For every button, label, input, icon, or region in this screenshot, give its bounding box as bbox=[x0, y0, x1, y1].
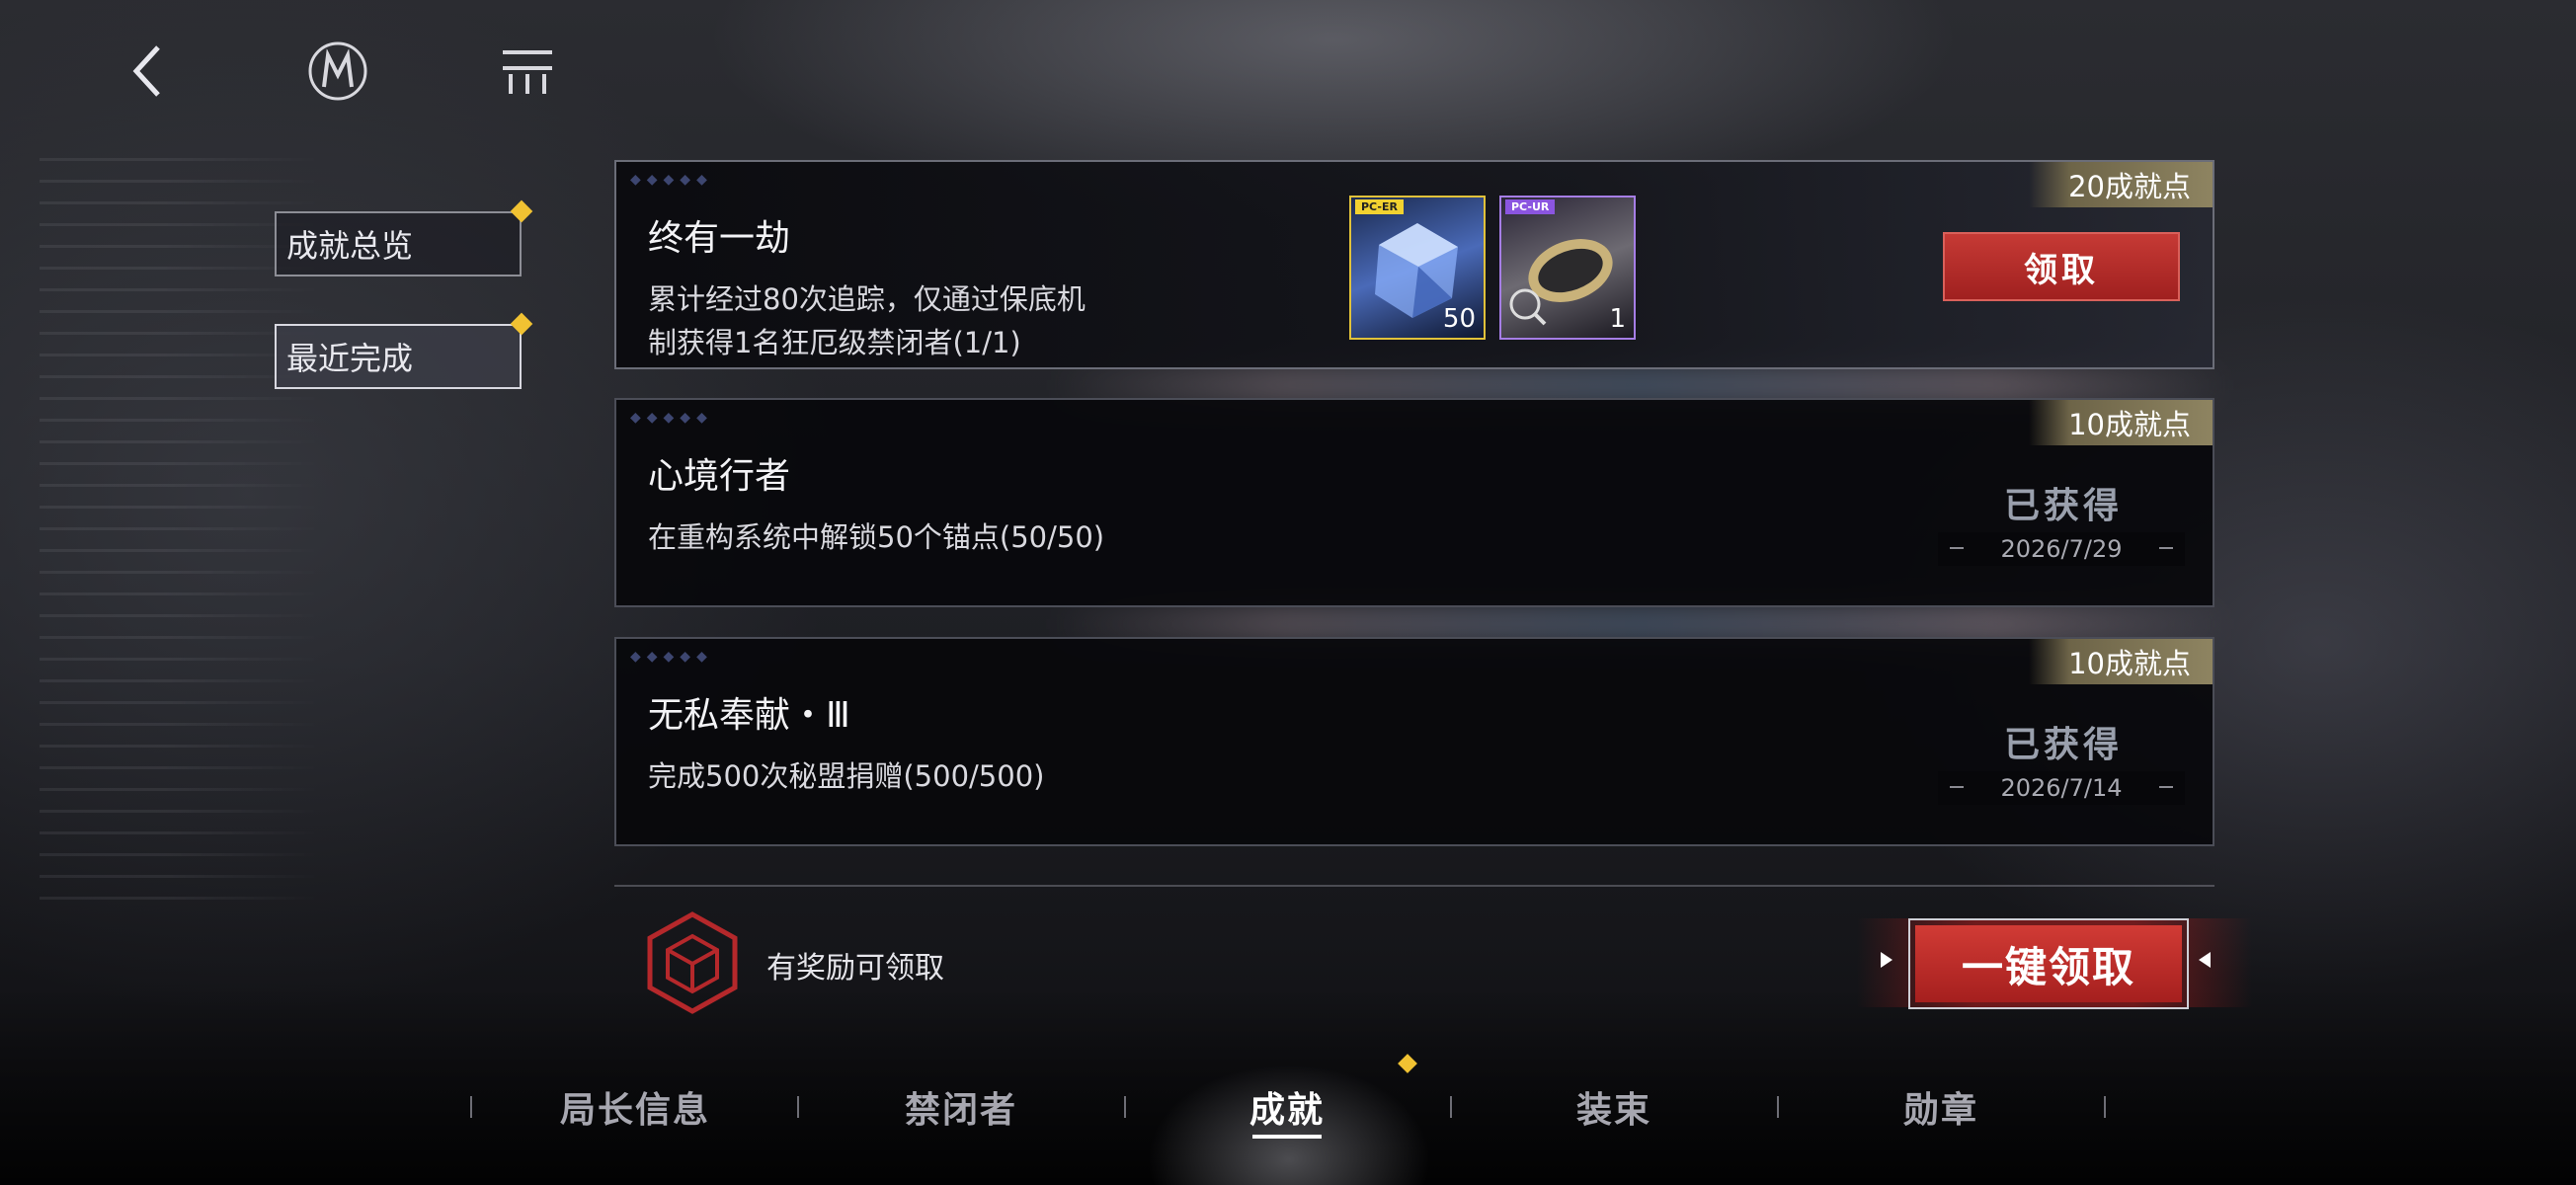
decorative-dots: ◆◆◆◆◆ bbox=[630, 649, 713, 665]
achievement-card: ◆◆◆◆◆ 终有一劫 累计经过80次追踪，仅通过保底机 制获得1名狂厄级禁闭者(… bbox=[614, 160, 2214, 369]
obtained-status: 已获得 bbox=[2003, 724, 2123, 765]
notification-dot bbox=[510, 199, 533, 223]
achievement-card: ◆◆◆◆◆ 无私奉献・Ⅲ 完成500次秘盟捐赠(500/500) 10成就点 已… bbox=[614, 637, 2214, 846]
achievement-title: 心境行者 bbox=[648, 456, 791, 497]
nav-tab-sinners[interactable]: 禁闭者 bbox=[862, 1081, 1060, 1133]
chevron-left-icon bbox=[132, 45, 160, 97]
nav-tab-achievements[interactable]: 成就 bbox=[1188, 1081, 1386, 1133]
obtained-status: 已获得 bbox=[2003, 485, 2123, 526]
date-text: 2026/7/29 bbox=[2000, 535, 2123, 563]
date-dash bbox=[1950, 786, 1964, 788]
nav-tab-outfits[interactable]: 装束 bbox=[1515, 1081, 1713, 1133]
date-dash bbox=[1950, 547, 1964, 549]
nav-separator bbox=[1450, 1096, 1452, 1118]
side-tab-recent[interactable]: 最近完成 bbox=[275, 312, 533, 389]
arrow-right-icon bbox=[1881, 952, 1892, 968]
completion-date: 2026/7/29 bbox=[1938, 532, 2185, 566]
date-text: 2026/7/14 bbox=[2000, 774, 2123, 802]
achievement-points: 10成就点 bbox=[2029, 400, 2213, 445]
nav-tab-medals[interactable]: 勋章 bbox=[1842, 1081, 2040, 1133]
m-logo-icon bbox=[308, 41, 367, 101]
decorative-dots: ◆◆◆◆◆ bbox=[630, 172, 713, 188]
achievement-card: ◆◆◆◆◆ 心境行者 在重构系统中解锁50个锚点(50/50) 10成就点 已获… bbox=[614, 398, 2214, 607]
achievement-points: 10成就点 bbox=[2029, 639, 2213, 684]
side-tab-label: 最近完成 bbox=[286, 340, 414, 377]
description-line: 累计经过80次追踪，仅通过保底机 bbox=[648, 282, 1086, 316]
item-count: 1 bbox=[1609, 304, 1626, 334]
achievement-description: 累计经过80次追踪，仅通过保底机 制获得1名狂厄级禁闭者(1/1) bbox=[648, 278, 1162, 364]
decorative-dots: ◆◆◆◆◆ bbox=[630, 410, 713, 426]
reward-item[interactable]: PC-ER 50 bbox=[1349, 196, 1486, 340]
nav-separator bbox=[1777, 1096, 1779, 1118]
achievement-points: 20成就点 bbox=[2029, 162, 2213, 207]
side-tab-overview[interactable]: 成就总览 bbox=[275, 199, 533, 276]
claim-all-label: 一键领取 bbox=[1915, 925, 2182, 1002]
claim-button[interactable]: 领取 bbox=[1943, 232, 2180, 301]
notification-dot bbox=[510, 312, 533, 336]
completion-date: 2026/7/14 bbox=[1938, 771, 2185, 805]
nav-separator bbox=[797, 1096, 799, 1118]
reward-item[interactable]: PC-UR 1 bbox=[1499, 196, 1636, 340]
divider bbox=[614, 885, 2214, 887]
date-dash bbox=[2159, 786, 2173, 788]
menu-icon bbox=[503, 50, 552, 94]
achievement-title: 无私奉献・Ⅲ bbox=[648, 695, 850, 736]
achievement-description: 在重构系统中解锁50个锚点(50/50) bbox=[648, 520, 1105, 554]
home-logo-button[interactable] bbox=[306, 40, 369, 103]
achievement-title: 终有一劫 bbox=[648, 218, 791, 259]
arrow-left-icon bbox=[2199, 952, 2211, 968]
nav-separator bbox=[2104, 1096, 2106, 1118]
reward-box-icon bbox=[647, 911, 738, 1014]
description-line: 制获得1名狂厄级禁闭者(1/1) bbox=[648, 325, 1021, 359]
active-tab-underline bbox=[1252, 1135, 1322, 1139]
back-button[interactable] bbox=[117, 40, 180, 103]
item-count: 50 bbox=[1442, 304, 1476, 334]
achievement-description: 完成500次秘盟捐赠(500/500) bbox=[648, 759, 1045, 793]
side-tab-label: 成就总览 bbox=[286, 227, 414, 265]
claim-all-button[interactable]: 一键领取 bbox=[1908, 918, 2189, 1009]
nav-separator bbox=[1124, 1096, 1126, 1118]
nav-separator bbox=[470, 1096, 472, 1118]
menu-button[interactable] bbox=[496, 40, 559, 103]
date-dash bbox=[2159, 547, 2173, 549]
nav-tab-director-info[interactable]: 局长信息 bbox=[536, 1081, 734, 1133]
reward-available-text: 有奖励可领取 bbox=[766, 951, 944, 986]
